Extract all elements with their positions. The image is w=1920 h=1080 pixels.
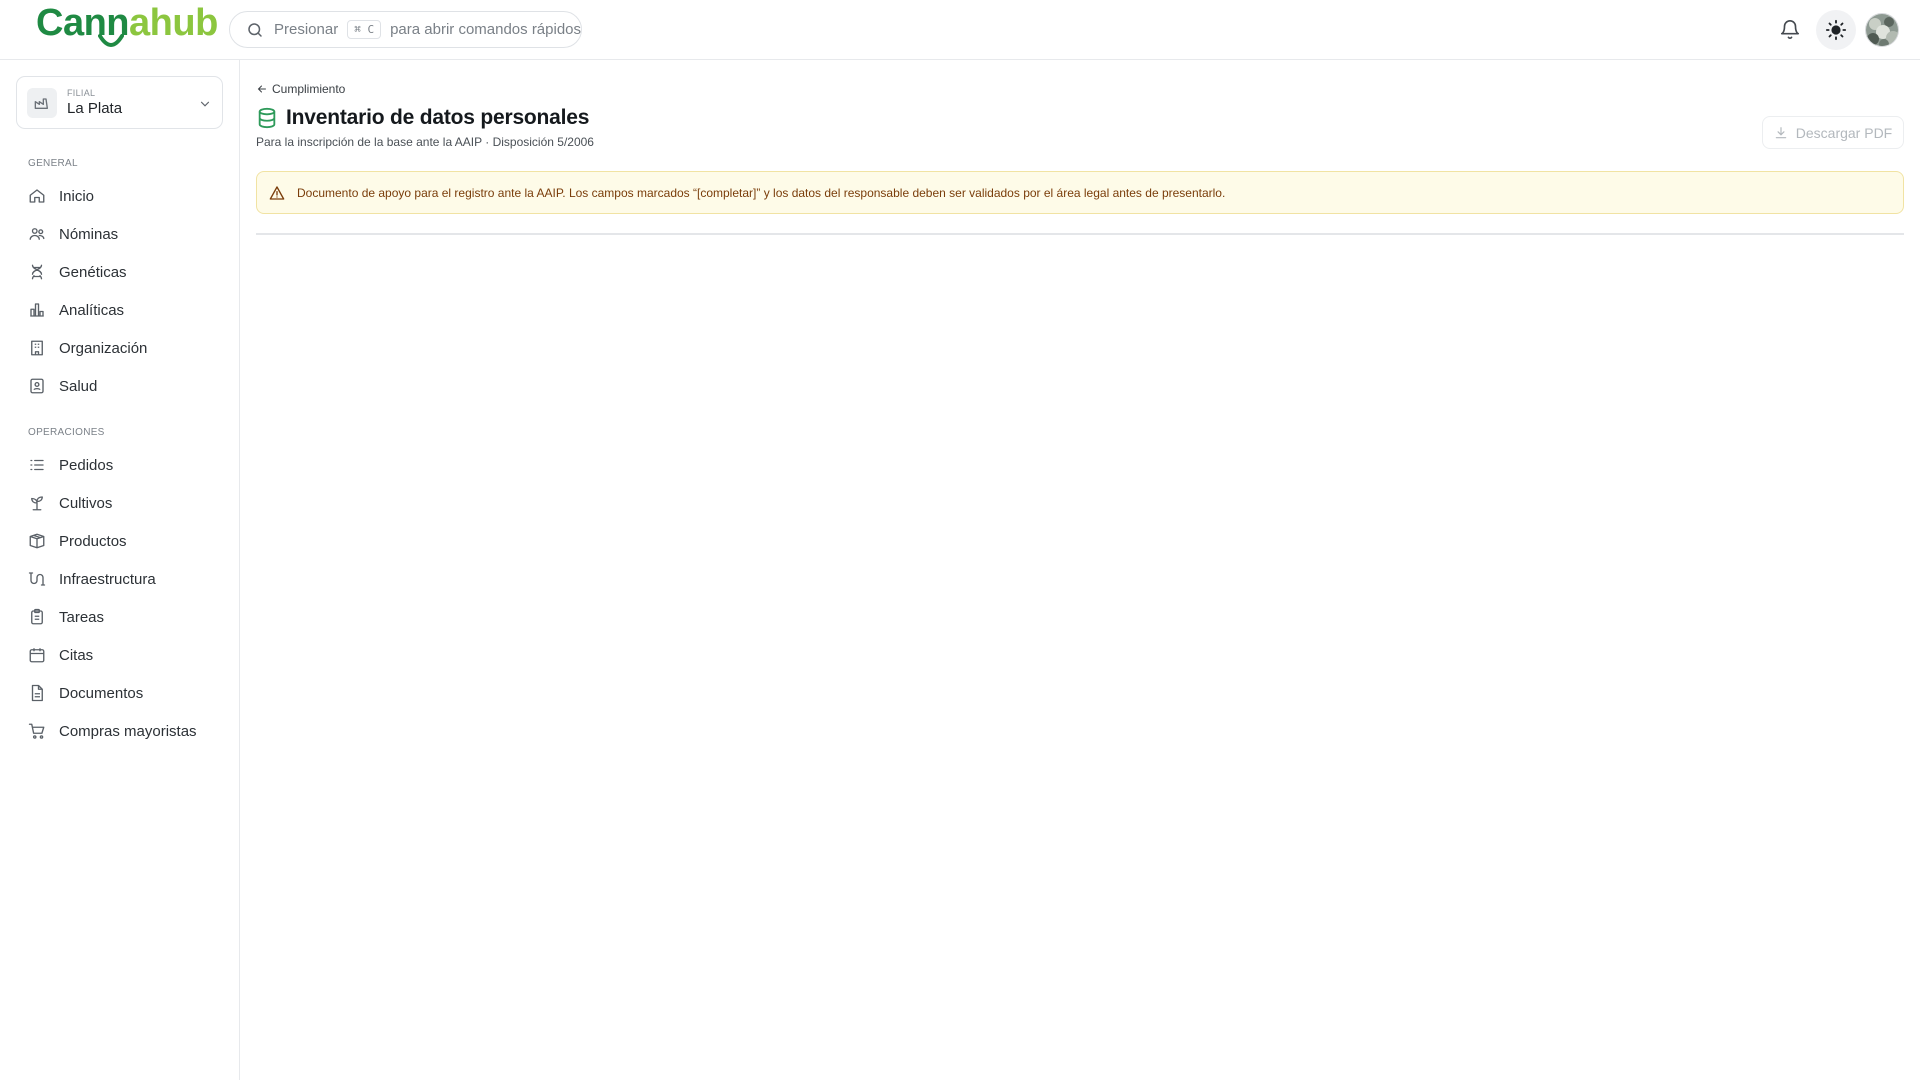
sidebar-item-documentos[interactable]: Documentos [16,676,224,710]
bell-icon[interactable] [1779,19,1801,41]
page-title-row: Inventario de datos personales [256,106,589,130]
sidebar-item-infraestructura[interactable]: Infraestructura [16,562,224,596]
download-icon [1774,126,1788,140]
database-icon [256,107,278,129]
sidebar-item-nominas[interactable]: Nóminas [16,217,224,251]
sidebar-item-analiticas[interactable]: Analíticas [16,293,224,327]
sidebar-item-compras-mayoristas[interactable]: Compras mayoristas [16,714,224,748]
branch-value: La Plata [67,100,123,117]
cart-icon [28,722,46,740]
pipeline-icon [28,570,46,588]
warning-alert: Documento de apoyo para el registro ante… [256,171,1904,214]
calendar-icon [28,646,46,664]
download-pdf-button[interactable]: Descargar PDF [1762,116,1904,149]
sidebar-item-geneticas[interactable]: Genéticas [16,255,224,289]
branch-icon-box [27,87,57,118]
sidebar: FILIAL La Plata GENERAL Inicio Nóminas G… [0,60,240,1080]
sidebar-item-productos[interactable]: Productos [16,524,224,558]
page-title: Inventario de datos personales [286,106,590,129]
sidebar-item-label: Infraestructura [59,570,156,588]
shortcut-key: ⌘ C [347,20,382,39]
sidebar-item-inicio[interactable]: Inicio [16,179,224,213]
home-icon [28,187,46,205]
sidebar-item-salud[interactable]: Salud [16,369,224,403]
factory-icon [34,97,48,109]
sidebar-item-label: Nóminas [59,225,119,243]
top-bar: Cannahub Presionar ⌘ C para abrir comand… [0,0,1920,60]
sidebar-item-label: Documentos [59,684,144,702]
sidebar-item-citas[interactable]: Citas [16,638,224,672]
logo-text-part3: hub [149,2,219,44]
document-icon [28,684,46,702]
section-label-operaciones: OPERACIONES [28,427,105,438]
page-subtitle: Para la inscripción de la base ante la A… [256,135,594,149]
sidebar-item-label: Genéticas [59,263,127,281]
sidebar-item-label: Compras mayoristas [59,722,197,740]
avatar-image-icon [1866,14,1898,46]
cannahub-logo[interactable]: Cannahub [36,4,218,52]
sidebar-item-label: Analíticas [59,301,125,319]
search-prefix-text: Presionar [274,21,339,38]
avatar[interactable] [1865,13,1899,47]
sidebar-item-label: Inicio [59,187,95,205]
search-suffix-text: para abrir comandos rápidos [390,21,582,38]
download-pdf-label: Descargar PDF [1795,124,1893,141]
arrow-left-icon [256,83,268,95]
search-icon [246,21,264,39]
breadcrumb-link[interactable]: Cumplimiento [272,82,345,96]
sidebar-item-tareas[interactable]: Tareas [16,600,224,634]
package-icon [28,532,46,550]
sidebar-item-organizacion[interactable]: Organización [16,331,224,365]
health-card-icon [28,377,46,395]
sidebar-item-label: Pedidos [59,456,114,474]
sidebar-item-label: Cultivos [59,494,113,512]
section-label-general: GENERAL [28,158,78,169]
branch-selector[interactable]: FILIAL La Plata [16,76,223,129]
search-bar[interactable]: Presionar ⌘ C para abrir comandos rápido… [229,11,582,48]
logo-leaf-icon [98,34,124,47]
sidebar-item-cultivos[interactable]: Cultivos [16,486,224,520]
bar-chart-icon [28,301,46,319]
sun-icon [1825,19,1847,41]
sidebar-item-label: Organización [59,339,148,357]
building-icon [28,339,46,357]
logo-text-part2: a [129,2,150,44]
sprout-icon [28,494,46,512]
clipboard-icon [28,608,46,626]
theme-toggle-button[interactable] [1816,10,1856,50]
sidebar-item-label: Salud [59,377,98,395]
dna-icon [28,263,46,281]
sidebar-item-label: Productos [59,532,127,550]
sidebar-item-pedidos[interactable]: Pedidos [16,448,224,482]
chevron-down-icon [198,97,212,111]
users-icon [28,225,46,243]
sidebar-item-label: Tareas [59,608,105,626]
main-content: Cumplimiento Inventario de datos persona… [240,60,1920,1080]
sidebar-item-label: Citas [59,646,94,664]
alert-text: Documento de apoyo para el registro ante… [297,185,1226,200]
warning-triangle-icon [269,185,285,201]
breadcrumb[interactable]: Cumplimiento [256,82,345,96]
list-icon [28,456,46,474]
content-divider [256,233,1904,235]
branch-label: FILIAL [67,88,96,98]
